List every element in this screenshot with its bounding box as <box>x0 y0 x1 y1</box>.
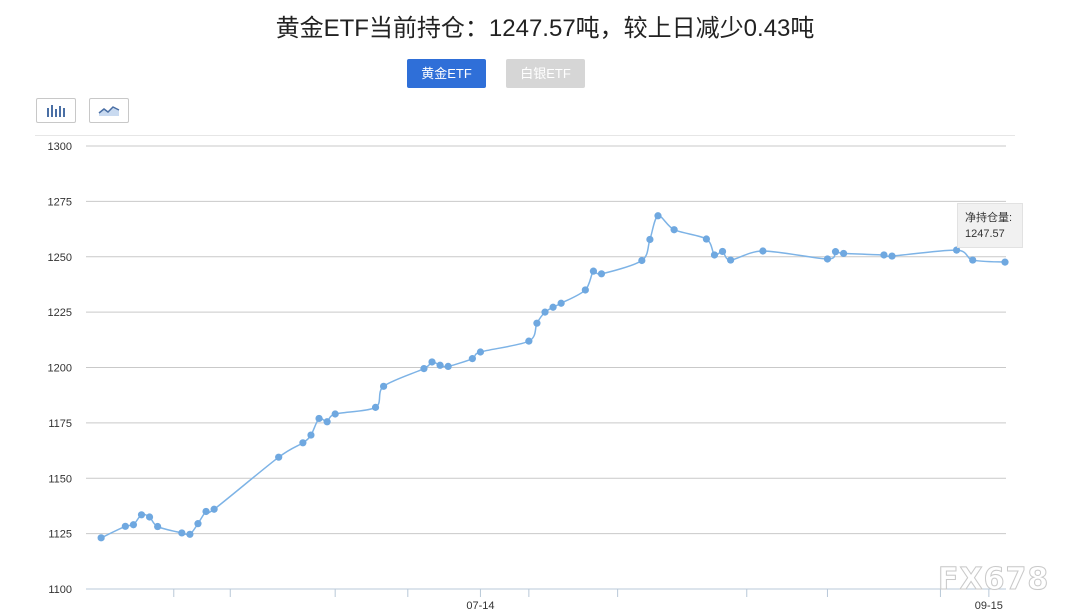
data-point <box>331 410 339 418</box>
data-point <box>557 299 565 307</box>
etf-holdings-chart: 1100 1125 1150 1175 1200 1225 1250 1275 1300 07-1… <box>48 141 1009 612</box>
data-point <box>654 212 662 220</box>
data-point <box>428 358 436 366</box>
data-point <box>727 256 735 264</box>
data-point <box>154 522 162 531</box>
data-point <box>186 530 194 538</box>
data-point <box>315 414 323 423</box>
data-point <box>476 348 485 356</box>
y-tick-label: 1150 <box>48 473 72 485</box>
y-tick-label: 1250 <box>48 252 72 264</box>
data-point <box>97 534 105 542</box>
data-point <box>823 255 832 263</box>
data-point <box>145 513 154 521</box>
data-point <box>710 251 719 259</box>
data-point <box>646 235 654 244</box>
data-point <box>670 226 678 234</box>
watermark-logo: FX678 <box>937 562 1050 598</box>
y-tick-label: 1300 <box>48 141 72 153</box>
data-point <box>969 256 977 264</box>
data-point <box>589 267 598 275</box>
data-point <box>307 431 315 439</box>
data-point <box>436 361 444 369</box>
data-point <box>702 235 711 243</box>
data-point <box>420 365 428 373</box>
data-point <box>549 303 557 311</box>
data-point <box>275 453 283 461</box>
tooltip-label: 净持仓量: <box>965 212 1013 224</box>
x-tick-label: 07-14 <box>466 600 494 612</box>
data-point <box>202 507 210 516</box>
y-tick-label: 1200 <box>48 363 72 375</box>
y-tick-label: 1125 <box>48 529 72 541</box>
y-tick-label: 1275 <box>48 196 72 208</box>
data-point <box>541 308 549 316</box>
data-point <box>299 439 307 447</box>
data-point <box>839 249 848 258</box>
data-point <box>638 256 646 265</box>
data-point <box>718 247 727 256</box>
data-point <box>759 247 767 255</box>
y-tick-label: 1175 <box>48 418 72 430</box>
x-tick-label: 09-15 <box>975 600 1003 612</box>
data-point <box>371 403 380 411</box>
series-line <box>100 215 1006 539</box>
y-tick-label: 1225 <box>48 307 72 319</box>
data-point <box>121 522 129 530</box>
data-point <box>323 418 331 426</box>
data-point <box>379 382 388 390</box>
data-point <box>888 252 896 260</box>
data-point <box>444 362 452 370</box>
data-point <box>194 520 202 528</box>
data-point <box>137 511 146 519</box>
data-point <box>597 270 606 278</box>
data-point <box>533 319 541 327</box>
data-point <box>525 337 533 345</box>
tooltip-value: 1247.57 <box>965 228 1005 240</box>
data-point <box>880 251 888 259</box>
data-point <box>129 521 138 529</box>
holdings-tooltip: 净持仓量: 1247.57 <box>957 203 1023 248</box>
data-point <box>831 248 840 256</box>
data-point <box>581 286 589 294</box>
data-point <box>178 529 186 537</box>
data-point <box>468 355 476 363</box>
data-point <box>1001 258 1009 266</box>
y-tick-label: 1100 <box>48 584 72 596</box>
data-point <box>210 505 218 513</box>
